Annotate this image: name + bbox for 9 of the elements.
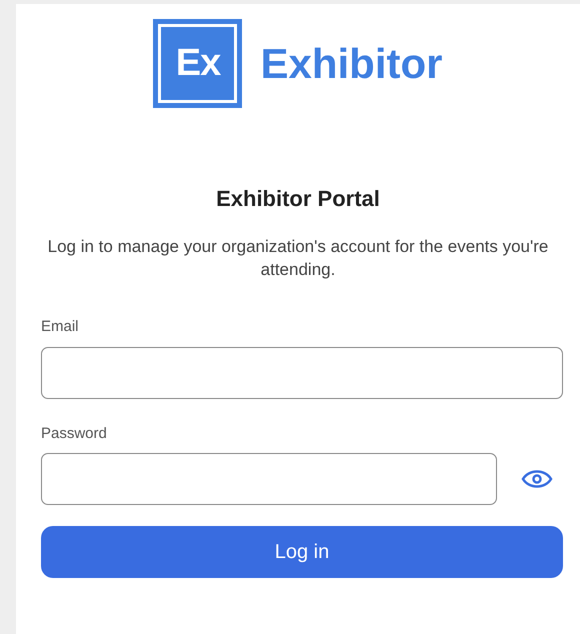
email-field[interactable] — [41, 346, 563, 398]
field-label: Email — [41, 317, 80, 337]
logo-text: Exhibitor — [260, 39, 442, 89]
login-button[interactable]: Log in — [41, 526, 563, 578]
logo-mark-text: Ex — [176, 41, 220, 86]
page-subtitle: Log in to manage your organization's account for the events you're attending. — [46, 236, 550, 281]
password-field[interactable] — [41, 453, 497, 505]
field-label: Password — [41, 424, 108, 444]
page-title: Exhibitor Portal — [216, 185, 380, 213]
